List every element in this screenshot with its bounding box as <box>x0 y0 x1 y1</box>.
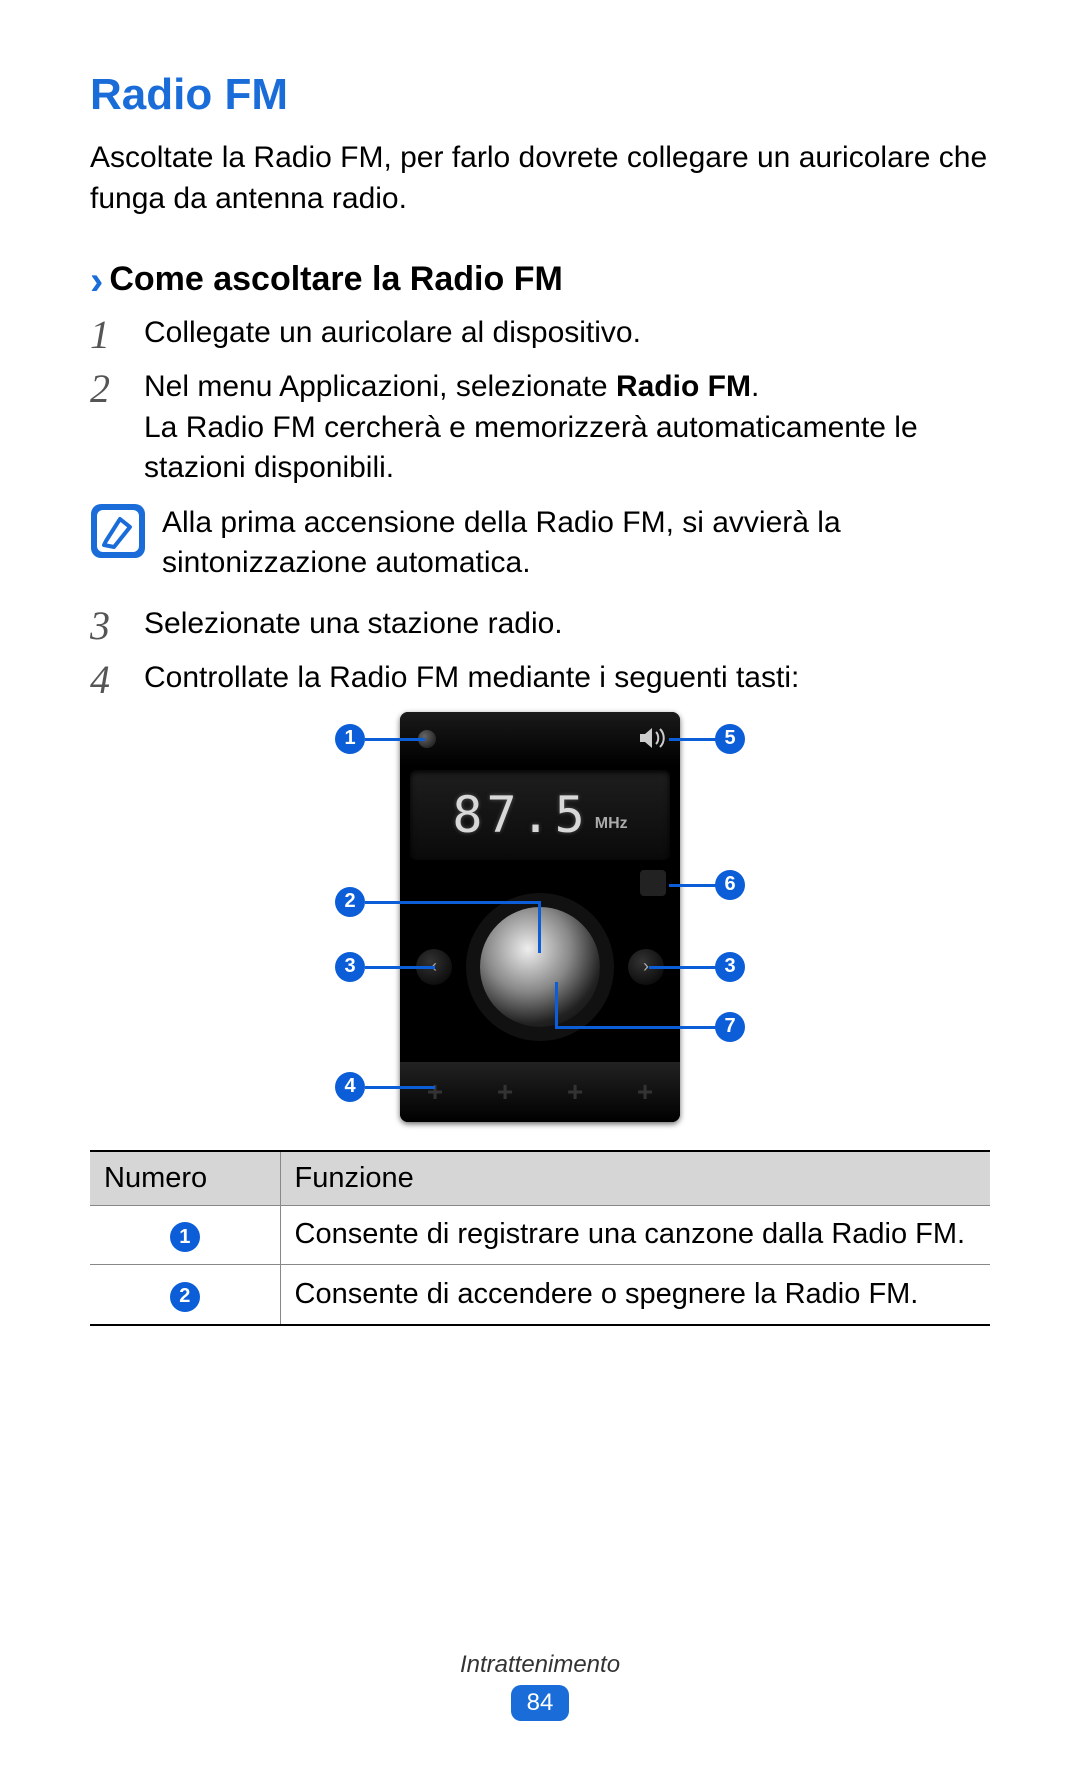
callout-1: 1 <box>335 724 365 754</box>
page-title: Radio FM <box>90 70 990 120</box>
step-text: Nel menu Applicazioni, selezionate Radio… <box>144 367 990 489</box>
chevron-right-icon: › <box>90 261 103 301</box>
callout-3-left: 3 <box>335 952 365 982</box>
subsection-title: Come ascoltare la Radio FM <box>109 260 562 299</box>
function-table: Numero Funzione 1 Consente di registrare… <box>90 1150 990 1326</box>
callout-4: 4 <box>335 1072 365 1102</box>
step-text: Collegate un auricolare al dispositivo. <box>144 313 641 357</box>
step-1: 1 Collegate un auricolare al dispositivo… <box>90 313 990 357</box>
step-text: Controllate la Radio FM mediante i segue… <box>144 658 799 702</box>
speaker-icon <box>638 726 666 750</box>
header-function: Funzione <box>280 1151 990 1206</box>
footer-page-number: 84 <box>511 1685 570 1721</box>
preset-slot: + <box>400 1062 470 1122</box>
manual-page: Radio FM Ascoltate la Radio FM, per farl… <box>0 0 1080 1771</box>
frequency-display: 87.5 MHz <box>410 770 670 860</box>
row-function-text: Consente di registrare una canzone dalla… <box>280 1205 990 1265</box>
frequency-unit: MHz <box>595 815 628 833</box>
radio-diagram: 87.5 MHz ‹ › + + + + 1 2 <box>90 712 990 1132</box>
callout-3-right: 3 <box>715 952 745 982</box>
preset-slot: + <box>470 1062 540 1122</box>
preset-slot: + <box>610 1062 680 1122</box>
callout-6: 6 <box>715 870 745 900</box>
table-row: 2 Consente di accendere o spegnere la Ra… <box>90 1265 990 1325</box>
step-list-cont: 3 Selezionate una stazione radio. 4 Cont… <box>90 604 990 702</box>
preset-bar: + + + + <box>400 1062 680 1122</box>
table-row: 1 Consente di registrare una canzone dal… <box>90 1205 990 1265</box>
callout-5: 5 <box>715 724 745 754</box>
callout-7: 7 <box>715 1012 745 1042</box>
intro-text: Ascoltate la Radio FM, per farlo dovrete… <box>90 138 990 219</box>
row-number-badge: 2 <box>170 1282 200 1312</box>
note-icon <box>90 503 146 559</box>
preset-slot: + <box>540 1062 610 1122</box>
note-block: Alla prima accensione della Radio FM, si… <box>90 503 990 584</box>
step-text: Selezionate una stazione radio. <box>144 604 563 648</box>
step-number: 4 <box>90 658 144 702</box>
step-3: 3 Selezionate una stazione radio. <box>90 604 990 648</box>
row-number-badge: 1 <box>170 1222 200 1252</box>
page-footer: Intrattenimento 84 <box>0 1651 1080 1721</box>
footer-section-name: Intrattenimento <box>0 1651 1080 1679</box>
subsection-heading: › Come ascoltare la Radio FM <box>90 259 990 299</box>
note-text: Alla prima accensione della Radio FM, si… <box>162 503 990 584</box>
step-number: 2 <box>90 367 144 489</box>
step-4: 4 Controllate la Radio FM mediante i seg… <box>90 658 990 702</box>
table-header-row: Numero Funzione <box>90 1151 990 1206</box>
header-number: Numero <box>90 1151 280 1206</box>
step-2: 2 Nel menu Applicazioni, selezionate Rad… <box>90 367 990 489</box>
step-list: 1 Collegate un auricolare al dispositivo… <box>90 313 990 489</box>
frequency-value: 87.5 <box>452 786 588 844</box>
step-number: 3 <box>90 604 144 648</box>
step-number: 1 <box>90 313 144 357</box>
callout-2: 2 <box>335 887 365 917</box>
row-function-text: Consente di accendere o spegnere la Radi… <box>280 1265 990 1325</box>
